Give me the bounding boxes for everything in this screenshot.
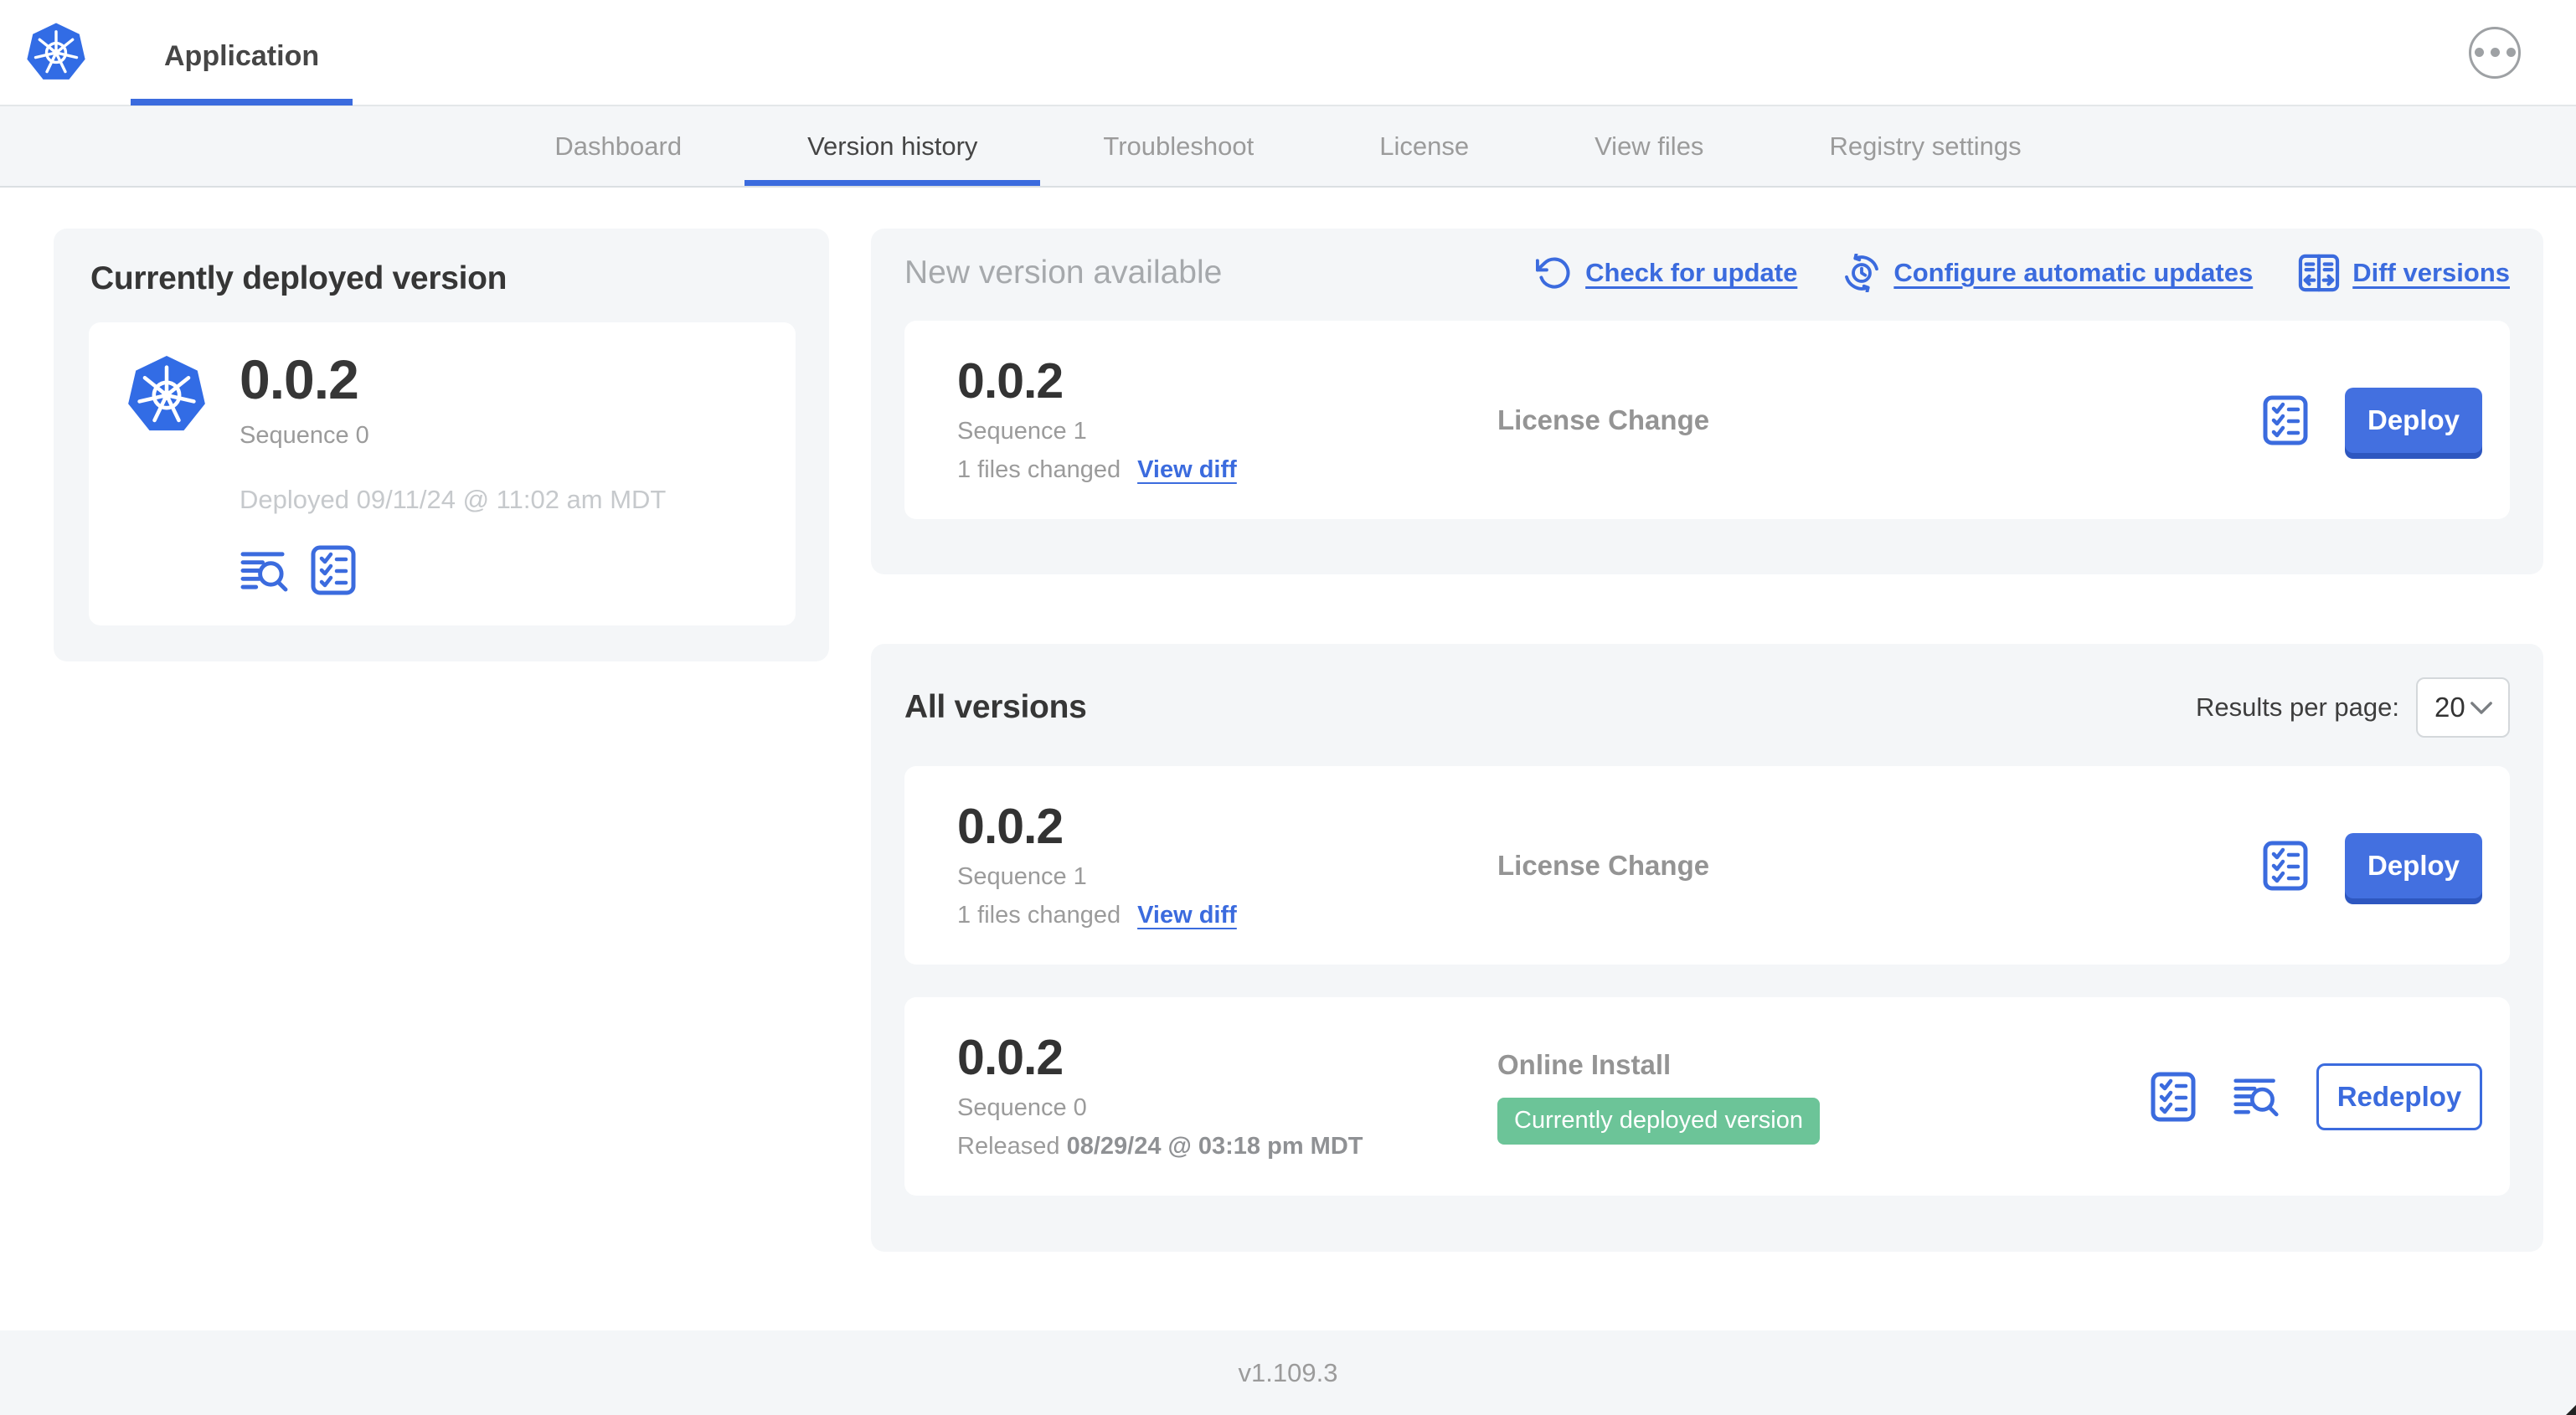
results-per-page-value: 20 (2434, 692, 2465, 723)
deployed-timestamp: Deployed 09/11/24 @ 11:02 am MDT (240, 485, 667, 515)
diff-versions-link[interactable]: Diff versions (2298, 254, 2510, 292)
chevron-down-icon (2470, 701, 2493, 715)
schedule-icon (1842, 254, 1881, 292)
released-date: 08/29/24 @ 03:18 pm MDT (1066, 1133, 1363, 1160)
app-title: Application (164, 39, 320, 72)
all-versions-title: All versions (904, 689, 1087, 725)
preflight-checks-icon[interactable] (2263, 395, 2308, 445)
view-logs-icon[interactable] (240, 549, 289, 592)
tab-version-history[interactable]: Version history (744, 106, 1040, 186)
tab-label: Registry settings (1829, 131, 2022, 161)
deployed-sequence-label: Sequence 0 (240, 422, 369, 450)
app-nav: Dashboard Version history Troubleshoot L… (0, 106, 2576, 188)
sequence-label: Sequence 0 (957, 1094, 1087, 1122)
tab-label: Version history (807, 131, 978, 161)
currently-deployed-badge: Currently deployed version (1497, 1097, 1820, 1145)
right-column: New version available Check for update C… (871, 229, 2543, 1252)
version-source-label: License Change (1497, 849, 1710, 881)
tab-troubleshoot[interactable]: Troubleshoot (1040, 106, 1316, 186)
currently-deployed-card: Currently deployed version 0.0.2 Sequenc… (54, 229, 829, 662)
kubernetes-app-icon (126, 354, 208, 436)
console-version-label: v1.109.3 (1238, 1357, 1338, 1387)
version-label: 0.0.2 (957, 798, 1064, 854)
diff-icon (2298, 254, 2340, 292)
new-version-section: New version available Check for update C… (871, 229, 2543, 574)
released-prefix: Released (957, 1133, 1067, 1160)
new-version-row: 0.0.2 Sequence 1 1 files changed View di… (904, 321, 2510, 519)
configure-automatic-updates-link[interactable]: Configure automatic updates (1842, 254, 2253, 292)
results-per-page-label: Results per page: (2196, 692, 2399, 722)
tab-label: License (1379, 131, 1470, 161)
tab-dashboard[interactable]: Dashboard (492, 106, 744, 186)
tab-label: Dashboard (554, 131, 683, 161)
check-for-update-link[interactable]: Check for update (1536, 255, 1797, 291)
refresh-icon (1536, 255, 1573, 291)
all-versions-section: All versions Results per page: 20 0.0.2 … (871, 644, 2543, 1252)
deploy-button[interactable]: Deploy (2345, 832, 2482, 898)
link-label: Check for update (1585, 258, 1798, 287)
version-source-label: Online Install (1497, 1048, 1672, 1080)
preflight-checks-icon[interactable] (2263, 841, 2308, 891)
app-header: Application (0, 0, 2576, 106)
new-version-title: New version available (904, 255, 1223, 291)
app-title-tab[interactable]: Application (131, 0, 353, 105)
view-logs-icon[interactable] (2233, 1076, 2280, 1117)
version-row-sequence-0: 0.0.2 Sequence 0 Released 08/29/24 @ 03:… (904, 997, 2510, 1196)
version-label: 0.0.2 (957, 1029, 1064, 1085)
ellipsis-icon (2474, 48, 2516, 57)
link-label: Configure automatic updates (1893, 258, 2254, 287)
released-timestamp: Released 08/29/24 @ 03:18 pm MDT (957, 1133, 1497, 1160)
tab-label: View files (1595, 131, 1704, 161)
tab-label: Troubleshoot (1103, 131, 1255, 161)
redeploy-button[interactable]: Redeploy (2316, 1063, 2482, 1130)
view-diff-link[interactable]: View diff (1137, 456, 1237, 484)
more-options-button[interactable] (2469, 26, 2521, 79)
preflight-checks-icon[interactable] (2151, 1072, 2196, 1122)
results-per-page-select[interactable]: 20 (2416, 677, 2510, 738)
version-source-label: License Change (1497, 404, 1710, 435)
tab-view-files[interactable]: View files (1532, 106, 1766, 186)
files-changed-label: 1 files changed (957, 456, 1121, 484)
sequence-label: Sequence 1 (957, 863, 1087, 891)
link-label: Diff versions (2352, 258, 2510, 287)
sequence-label: Sequence 1 (957, 418, 1087, 445)
cursor-artifact (2566, 1405, 2576, 1415)
preflight-checks-icon[interactable] (311, 545, 356, 595)
currently-deployed-title: Currently deployed version (90, 260, 507, 296)
files-changed-label: 1 files changed (957, 902, 1121, 929)
version-label: 0.0.2 (957, 352, 1064, 409)
view-diff-link[interactable]: View diff (1137, 902, 1237, 929)
app-footer: v1.109.3 (0, 1330, 2576, 1415)
deploy-button[interactable]: Deploy (2345, 387, 2482, 453)
deployed-version-card: 0.0.2 Sequence 0 Deployed 09/11/24 @ 11:… (89, 322, 796, 626)
main-content: Currently deployed version 0.0.2 Sequenc… (0, 188, 2576, 1252)
deployed-version-label: 0.0.2 (240, 348, 359, 410)
tab-registry-settings[interactable]: Registry settings (1766, 106, 2084, 186)
kubernetes-logo-icon (25, 22, 87, 84)
tab-license[interactable]: License (1316, 106, 1532, 186)
version-row-sequence-1: 0.0.2 Sequence 1 1 files changed View di… (904, 766, 2510, 965)
